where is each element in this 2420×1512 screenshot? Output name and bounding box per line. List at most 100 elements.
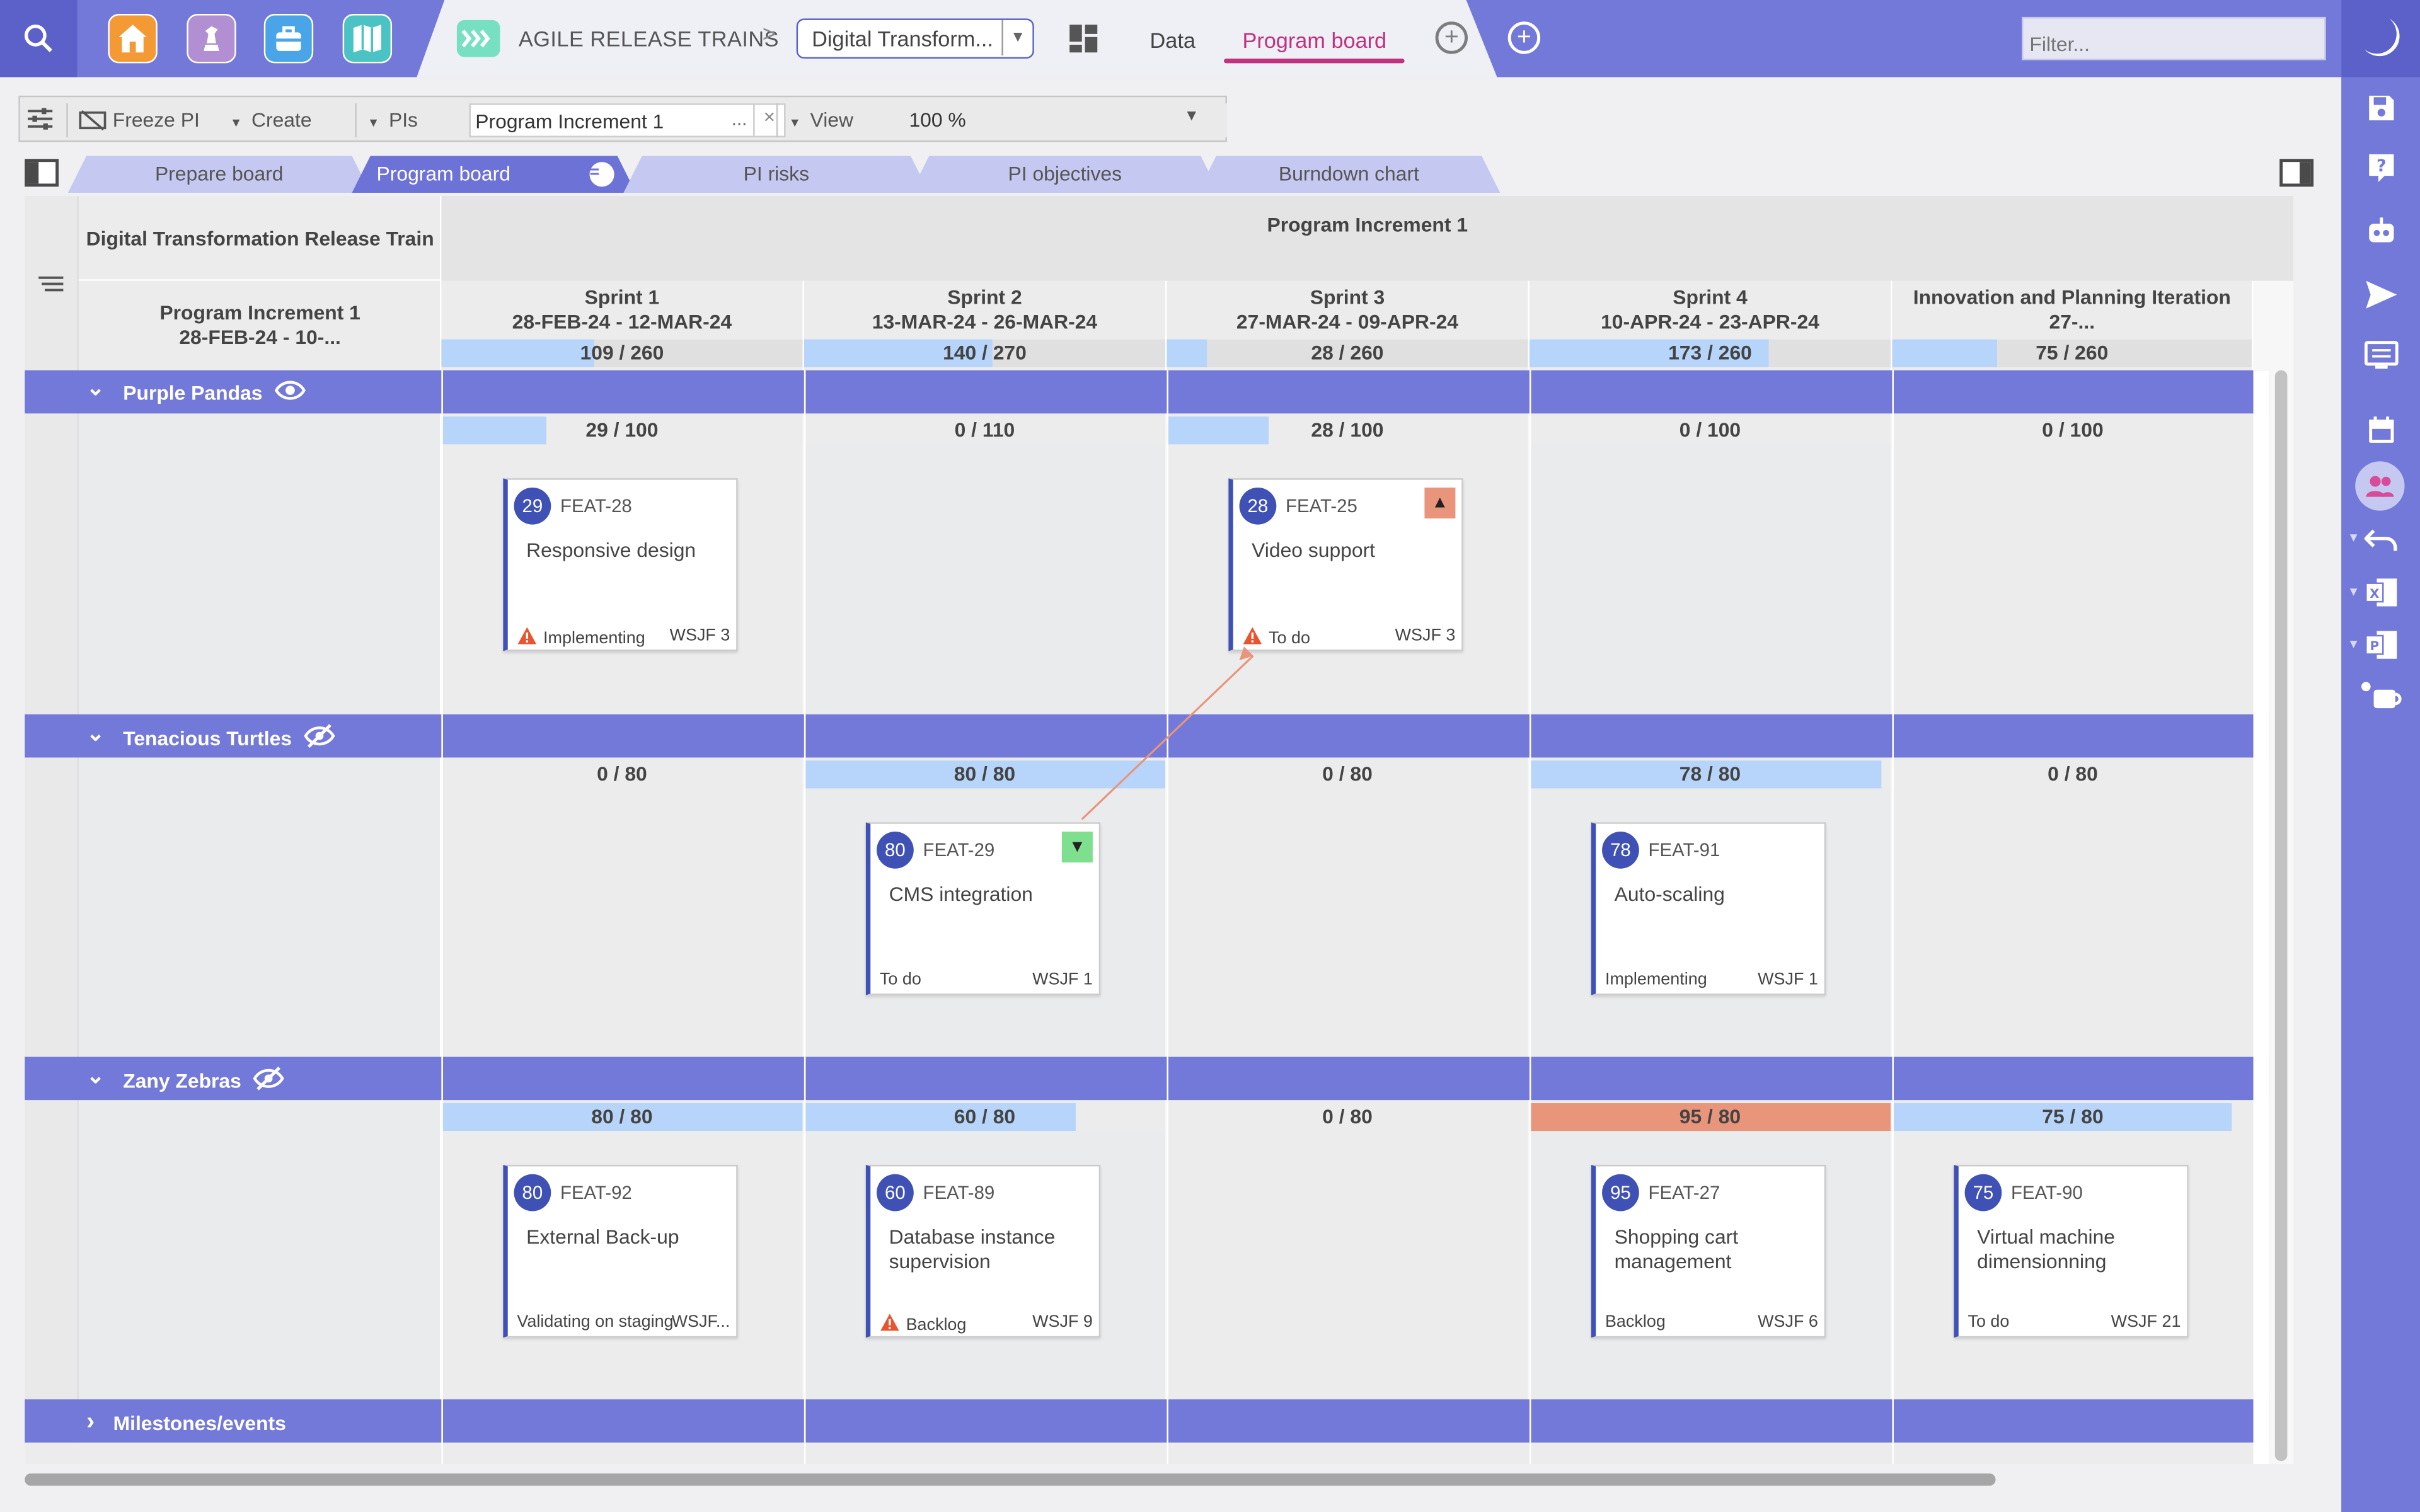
sprint-cell[interactable]: [1892, 413, 2254, 714]
save-button[interactable]: [2357, 86, 2406, 130]
create-dropdown[interactable]: ▼ Create: [230, 108, 312, 131]
help-button[interactable]: ?: [2357, 147, 2406, 190]
pi-selector-field[interactable]: Program Increment 1 ... ×: [469, 103, 786, 137]
zoom-value: 100 %: [909, 108, 966, 132]
sprint-cell[interactable]: [1892, 757, 2254, 1059]
zoom-select[interactable]: 100 % ▼: [906, 103, 1227, 137]
home-icon: [118, 25, 147, 53]
sprint-cell[interactable]: [441, 757, 803, 1059]
settings-button[interactable]: [26, 106, 54, 139]
feature-card[interactable]: 28 FEAT-25 Video support To do WSJF 3 ▲: [1228, 478, 1463, 651]
feature-key[interactable]: FEAT-29: [923, 839, 995, 861]
chevron-down-icon[interactable]: ⌄: [86, 1063, 105, 1089]
feature-card[interactable]: 95 FEAT-27 Shopping cart management Backlog…: [1591, 1164, 1826, 1338]
chevron-right-icon[interactable]: ›: [86, 1409, 95, 1436]
priority-up-icon[interactable]: ▲: [1424, 487, 1456, 518]
dashboard-button[interactable]: [1068, 23, 1099, 62]
tab-pi-objectives[interactable]: PI objectives: [911, 156, 1219, 193]
add-tab-button[interactable]: +: [1435, 21, 1468, 54]
milestones-row[interactable]: › Milestones/events: [25, 1399, 2269, 1443]
feature-status-label: Implementing: [543, 628, 645, 648]
home-app-button[interactable]: [108, 14, 158, 64]
story-points-badge: 80: [877, 832, 914, 869]
tab-program-board[interactable]: Program board: [1242, 28, 1386, 52]
right-panel-toggle[interactable]: [2279, 159, 2314, 187]
team-capacity: 80 / 80: [591, 1104, 653, 1128]
tab-pi-risks[interactable]: PI risks: [623, 156, 929, 193]
clear-pi-button[interactable]: ×: [753, 105, 784, 136]
team-row-header[interactable]: ⌄ Tenacious Turtles: [25, 714, 2269, 758]
add-view-button[interactable]: +: [1507, 21, 1541, 54]
assistant-button[interactable]: [2357, 210, 2406, 253]
calendar-button[interactable]: [2357, 409, 2406, 452]
feature-card[interactable]: 80 FEAT-92 External Back-up Validating on s…: [503, 1164, 738, 1338]
portfolio-app-button[interactable]: [263, 14, 314, 64]
wsjf-score: WSJF 3: [669, 626, 730, 645]
chevron-down-icon[interactable]: ⌄: [86, 721, 105, 747]
breadcrumb-title[interactable]: AGILE RELEASE TRAINS: [519, 26, 779, 51]
breadcrumb-separator: >: [762, 21, 776, 48]
team-capacity: 95 / 80: [1679, 1104, 1741, 1128]
tab-burndown-chart[interactable]: Burndown chart: [1197, 156, 1500, 193]
sprint-dates: 28-FEB-24 - 12-MAR-24: [512, 310, 732, 333]
feature-card[interactable]: 80 FEAT-29 CMS integration To do WSJF 1 ▼: [865, 822, 1101, 995]
pis-dropdown[interactable]: ▼ PIs: [367, 108, 418, 131]
roadmap-app-button[interactable]: [342, 14, 393, 64]
vertical-scrollbar[interactable]: [2274, 370, 2288, 1462]
horizontal-scrollbar[interactable]: [25, 1473, 1996, 1486]
sprint-cell[interactable]: [1167, 757, 1528, 1059]
eye-off-icon[interactable]: [253, 1066, 285, 1096]
teams-button[interactable]: [2355, 461, 2405, 511]
sprint-capacity: 75 / 260: [2036, 341, 2109, 364]
left-panel-toggle[interactable]: [25, 159, 59, 187]
team-row-header[interactable]: ⌄ Purple Pandas: [25, 370, 2269, 414]
feature-key[interactable]: FEAT-25: [1286, 495, 1357, 517]
feature-card[interactable]: 60 FEAT-89 Database instance supervision Ba…: [865, 1164, 1101, 1338]
tab-data[interactable]: Data: [1150, 28, 1196, 52]
feature-card[interactable]: 29 FEAT-28 Responsive design Implementing WS…: [503, 478, 738, 651]
feature-card[interactable]: 75 FEAT-90 Virtual machine dimensionning To…: [1954, 1164, 2189, 1338]
coffee-break-button[interactable]: [2357, 674, 2406, 718]
sprint-cell[interactable]: [804, 413, 1165, 714]
train-select[interactable]: Digital Transform... ▼: [796, 18, 1034, 59]
eye-icon[interactable]: [274, 379, 306, 406]
undo-button[interactable]: [2357, 518, 2406, 562]
filter-input[interactable]: [2022, 16, 2326, 60]
feature-key[interactable]: FEAT-89: [923, 1182, 995, 1203]
sprint-cell[interactable]: [1529, 413, 1891, 714]
more-icon[interactable]: ...: [732, 108, 747, 129]
sprint-cell[interactable]: [1167, 1100, 1528, 1401]
team-capacity: 78 / 80: [1679, 762, 1741, 786]
team-row-header[interactable]: ⌄ Zany Zebras: [25, 1057, 2269, 1101]
feature-card[interactable]: 78 FEAT-91 Auto-scaling Implementing WSJF 1: [1591, 822, 1826, 995]
undo-icon: [2364, 529, 2397, 551]
priority-down-icon[interactable]: ▼: [1061, 832, 1093, 862]
view-dropdown[interactable]: ▼ View: [788, 108, 853, 131]
search-button[interactable]: [0, 0, 78, 77]
feature-key[interactable]: FEAT-92: [560, 1182, 632, 1203]
feature-key[interactable]: FEAT-91: [1649, 839, 1720, 861]
display-settings-button[interactable]: [2357, 333, 2406, 377]
feature-status: Backlog: [880, 1313, 966, 1336]
tab-program-board[interactable]: Program board =: [352, 156, 636, 193]
feature-key[interactable]: FEAT-27: [1649, 1182, 1720, 1203]
wsjf-score: WSJF 1: [1032, 970, 1093, 989]
sprint-name: Sprint 3: [1310, 285, 1385, 309]
dashboard-icon: [1069, 25, 1098, 53]
board-menu-button[interactable]: [37, 273, 65, 301]
freeze-pi-button[interactable]: Freeze PI: [79, 108, 200, 131]
feature-key[interactable]: FEAT-90: [2011, 1182, 2083, 1203]
milestones-title: Milestones/events: [113, 1411, 286, 1435]
strategy-app-button[interactable]: [187, 14, 236, 64]
excel-export-button[interactable]: X: [2357, 571, 2406, 614]
feature-status-label: To do: [1269, 628, 1311, 648]
app-logo[interactable]: [2341, 0, 2420, 77]
feature-key[interactable]: FEAT-28: [560, 495, 632, 517]
tab-prepare-board[interactable]: Prepare board: [68, 156, 371, 193]
eye-off-icon[interactable]: [304, 724, 335, 753]
tab-options-icon[interactable]: =: [590, 162, 614, 186]
send-button[interactable]: [2357, 273, 2406, 316]
sprint-name: Sprint 2: [947, 285, 1022, 309]
chevron-down-icon[interactable]: ⌄: [86, 375, 105, 401]
powerpoint-export-button[interactable]: P: [2357, 623, 2406, 667]
